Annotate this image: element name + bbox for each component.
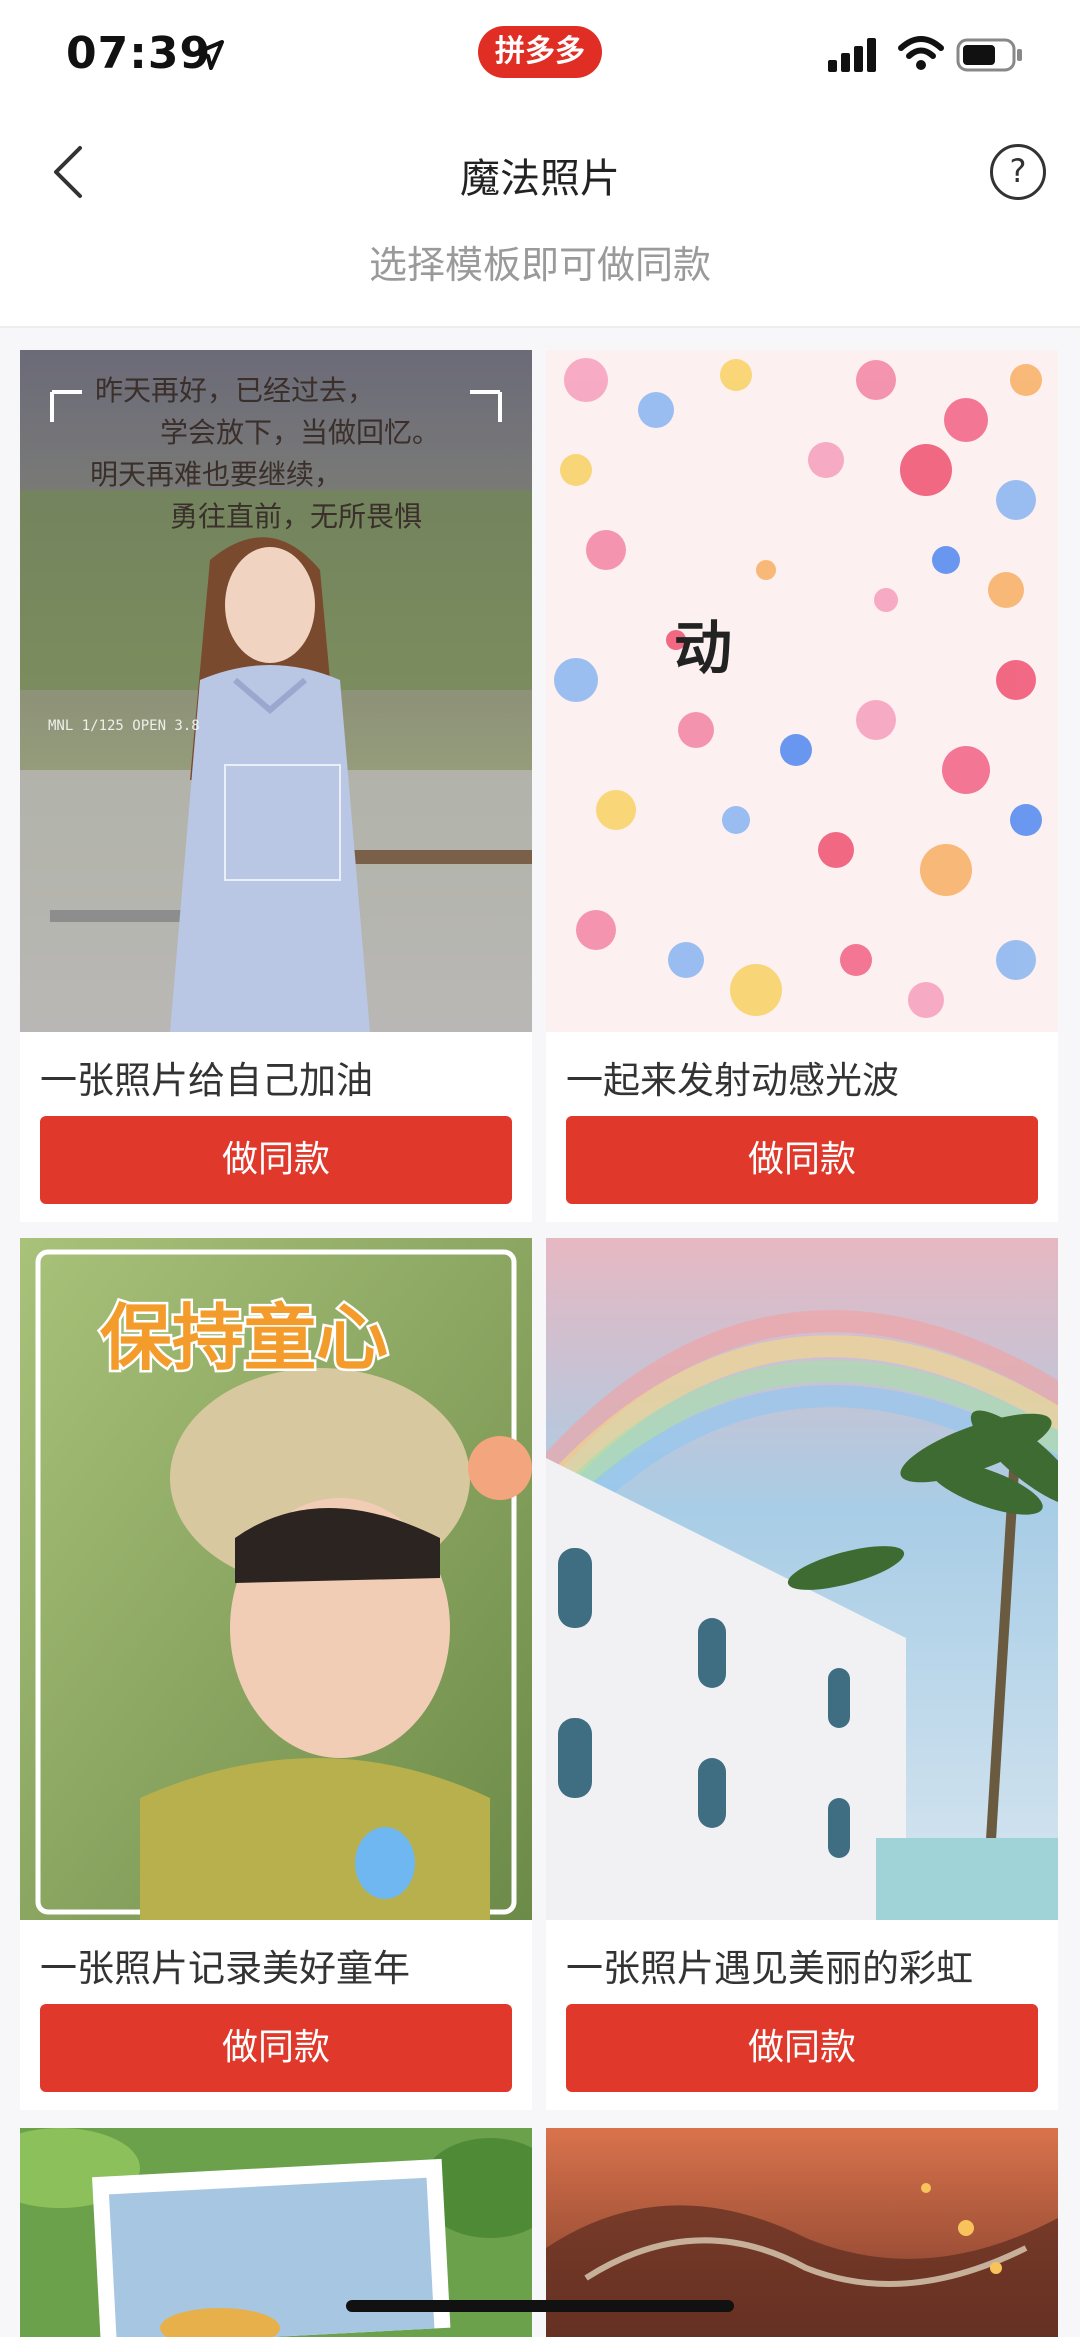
- overlay-poem-line-2: 学会放下，当做回忆。: [160, 416, 440, 449]
- template-preview-child-image[interactable]: 保持童心: [20, 1238, 532, 1920]
- location-arrow-icon: [194, 40, 224, 70]
- template-card[interactable]: 动 一起来发射动感光波 做同款: [546, 350, 1058, 1222]
- make-same-button[interactable]: 做同款: [40, 1116, 512, 1204]
- help-button[interactable]: ?: [990, 144, 1046, 200]
- home-indicator: [346, 2300, 734, 2312]
- app-brand-badge: 拼多多: [478, 26, 602, 78]
- overlay-keep-childlike-text: 保持童心: [100, 1296, 388, 1380]
- cellular-signal-icon: [828, 38, 876, 72]
- template-title: 一起来发射动感光波: [566, 1059, 899, 1102]
- template-title: 一张照片遇见美丽的彩虹: [566, 1947, 973, 1990]
- battery-icon: [956, 38, 1022, 72]
- make-same-button[interactable]: 做同款: [566, 1116, 1038, 1204]
- wifi-icon: [898, 36, 944, 70]
- make-same-button[interactable]: 做同款: [40, 2004, 512, 2092]
- overlay-poem-line-4: 勇往直前，无所畏惧: [170, 500, 422, 533]
- status-bar: 07:39 拼多多: [0, 0, 1080, 118]
- template-title: 一张照片记录美好童年: [40, 1947, 410, 1990]
- template-card[interactable]: 保持童心 一张照片记录美好童年 做同款: [20, 1238, 532, 2110]
- overlay-dong-text: 动: [674, 614, 732, 682]
- template-title: 一张照片给自己加油: [40, 1059, 373, 1102]
- template-card[interactable]: 昨天再好，已经过去， 学会放下，当做回忆。 明天再难也要继续， 勇往直前，无所畏…: [20, 350, 532, 1222]
- template-preview-hearts-image[interactable]: 动: [546, 350, 1058, 1032]
- subtitle-bar: 选择模板即可做同款: [0, 228, 1080, 328]
- status-time: 07:39: [66, 28, 212, 79]
- app-root: 07:39 拼多多 魔法照片 ? 选择模板即可做同款 昨天再好，已经过去， 学会…: [0, 0, 1080, 2337]
- camera-info-text: MNL 1/125 OPEN 3.8: [48, 718, 200, 734]
- template-preview-girl-image[interactable]: 昨天再好，已经过去， 学会放下，当做回忆。 明天再难也要继续， 勇往直前，无所畏…: [20, 350, 532, 1032]
- overlay-poem-line-1: 昨天再好，已经过去，: [95, 374, 375, 407]
- overlay-poem-line-3: 明天再难也要继续，: [90, 458, 342, 491]
- navigation-bar: 魔法照片 ?: [0, 118, 1080, 228]
- page-subtitle: 选择模板即可做同款: [368, 243, 711, 287]
- page-title: 魔法照片: [460, 156, 620, 202]
- make-same-button[interactable]: 做同款: [566, 2004, 1038, 2092]
- template-card[interactable]: 一张照片遇见美丽的彩虹 做同款: [546, 1238, 1058, 2110]
- template-preview-rainbow-image[interactable]: [546, 1238, 1058, 1920]
